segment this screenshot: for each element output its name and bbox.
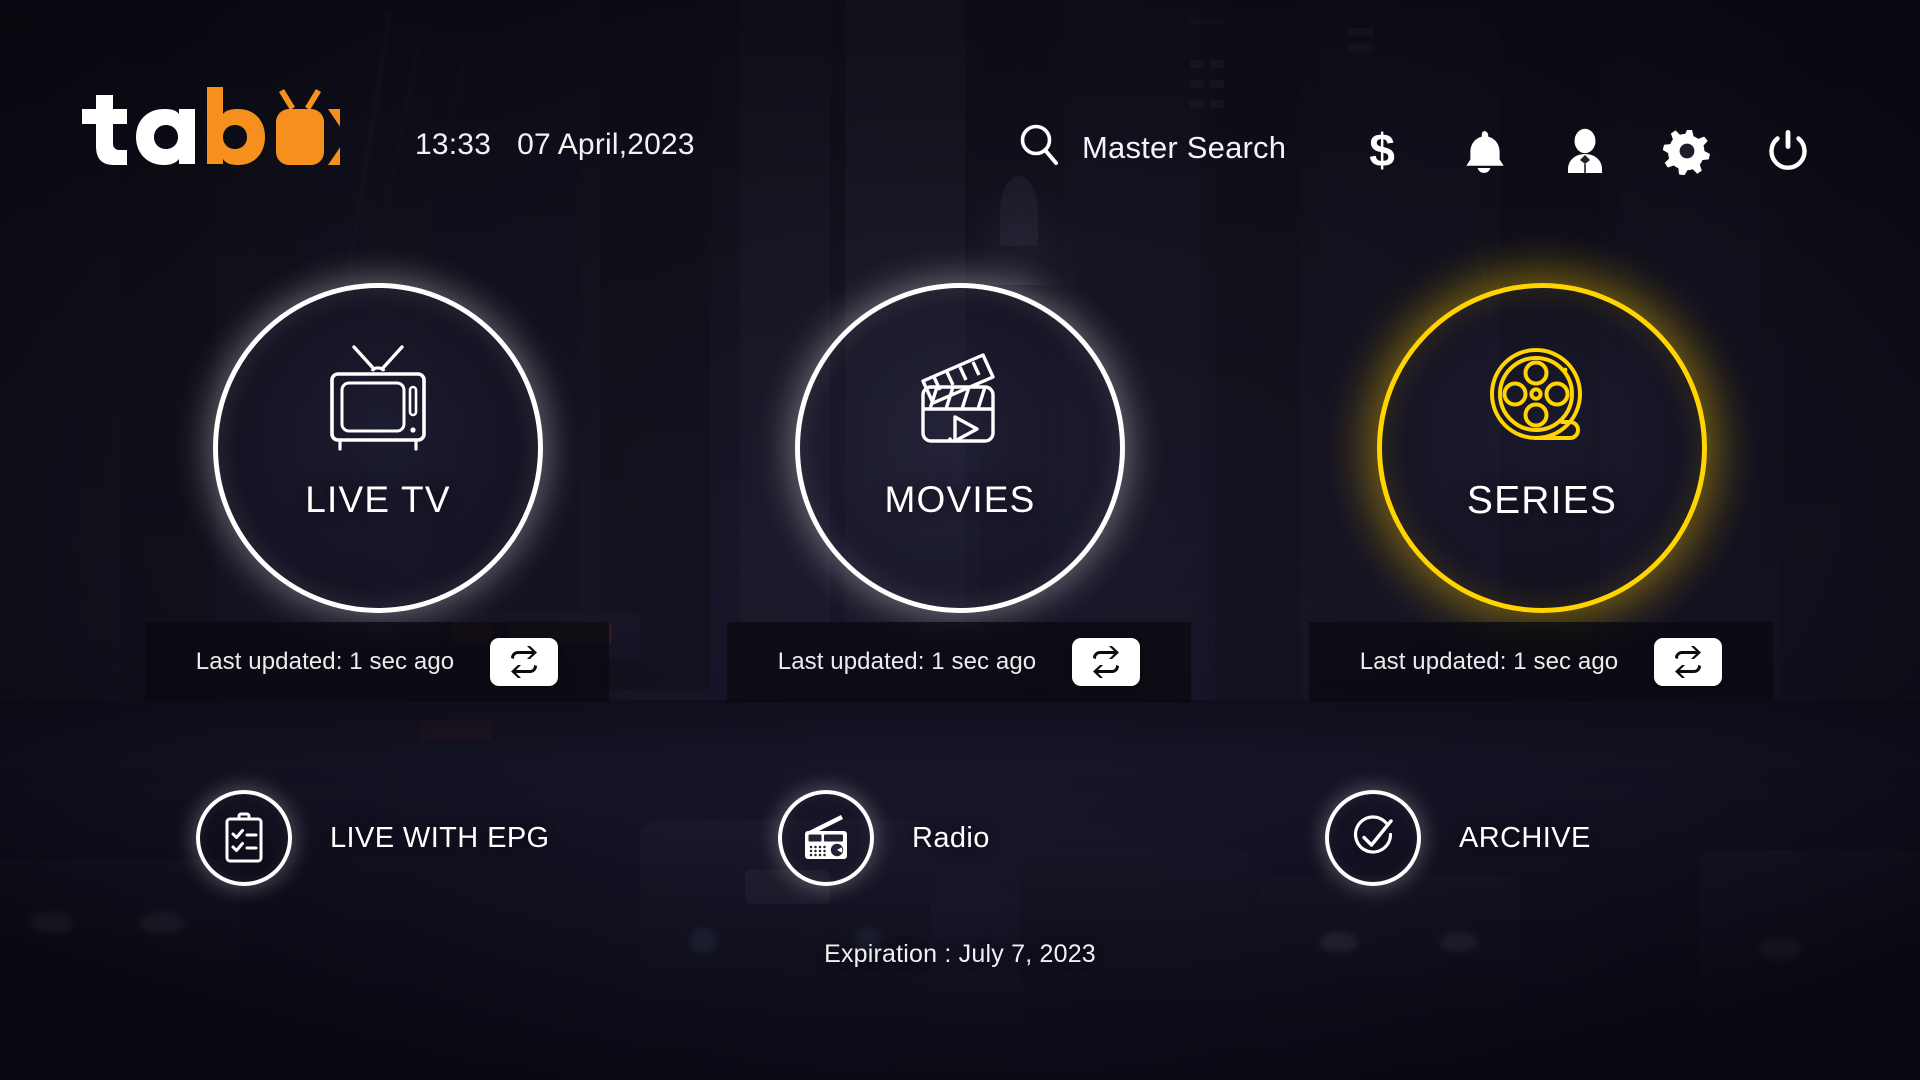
- tile-label: LIVE TV: [305, 479, 451, 520]
- refresh-repeat-icon[interactable]: [1072, 638, 1141, 686]
- tile-live-tv[interactable]: LIVE TV: [213, 283, 543, 613]
- bell-icon[interactable]: [1457, 124, 1511, 178]
- dollar-icon[interactable]: $: [1355, 124, 1409, 178]
- tile-series[interactable]: SERIES: [1377, 283, 1707, 613]
- secondary-item-live-with-epg[interactable]: LIVE WITH EPG: [196, 790, 550, 886]
- secondary-item-label: Radio: [912, 821, 990, 854]
- secondary-row: LIVE WITH EPG Radio ARCHIVE: [0, 790, 1920, 908]
- clock-date: 07 April,2023: [517, 128, 695, 161]
- tile-label: SERIES: [1466, 479, 1618, 522]
- secondary-item-radio[interactable]: Radio: [778, 790, 990, 886]
- header-icon-group: $: [1355, 120, 1815, 182]
- gear-icon[interactable]: [1660, 124, 1714, 178]
- television-icon: [213, 335, 543, 465]
- app-header: 13:33 07 April,2023 Master Search $: [0, 0, 1920, 215]
- last-updated-label: Last updated: 1 sec ago: [777, 648, 1037, 675]
- clipboard-checklist-icon: [196, 790, 292, 886]
- status-bar-series: Last updated: 1 sec ago: [1309, 622, 1773, 702]
- status-bar-live-tv: Last updated: 1 sec ago: [145, 622, 609, 702]
- clapperboard-play-icon: [795, 335, 1125, 465]
- tile-status-row: Last updated: 1 sec ago Last updated: 1 …: [0, 622, 1920, 702]
- header-clock: 13:33 07 April,2023: [415, 128, 695, 162]
- tile-movies[interactable]: MOVIES: [795, 283, 1125, 613]
- status-bar-movies: Last updated: 1 sec ago: [727, 622, 1191, 702]
- secondary-item-archive[interactable]: ARCHIVE: [1325, 790, 1591, 886]
- expiration-label: Expiration : July 7, 2023: [824, 940, 1096, 968]
- secondary-item-label: ARCHIVE: [1459, 821, 1591, 854]
- svg-text:$: $: [1369, 126, 1395, 176]
- last-updated-label: Last updated: 1 sec ago: [195, 648, 455, 675]
- refresh-repeat-icon[interactable]: [1654, 638, 1723, 686]
- user-icon[interactable]: [1558, 124, 1612, 178]
- tabox-logo: [78, 87, 340, 166]
- refresh-repeat-icon[interactable]: [490, 638, 559, 686]
- film-reel-icon: [1377, 335, 1707, 465]
- app-screen: 13:33 07 April,2023 Master Search $ LIVE…: [0, 0, 1920, 1080]
- power-icon[interactable]: [1761, 124, 1815, 178]
- master-search-button[interactable]: Master Search: [1018, 123, 1286, 172]
- tile-label: MOVIES: [884, 479, 1036, 520]
- radio-receiver-icon: [778, 790, 874, 886]
- last-updated-label: Last updated: 1 sec ago: [1359, 648, 1619, 675]
- secondary-item-label: LIVE WITH EPG: [330, 821, 550, 854]
- clock-time: 13:33: [415, 128, 492, 161]
- master-search-label: Master Search: [1082, 129, 1287, 165]
- search-icon: [1018, 123, 1060, 172]
- check-circle-icon: [1325, 790, 1421, 886]
